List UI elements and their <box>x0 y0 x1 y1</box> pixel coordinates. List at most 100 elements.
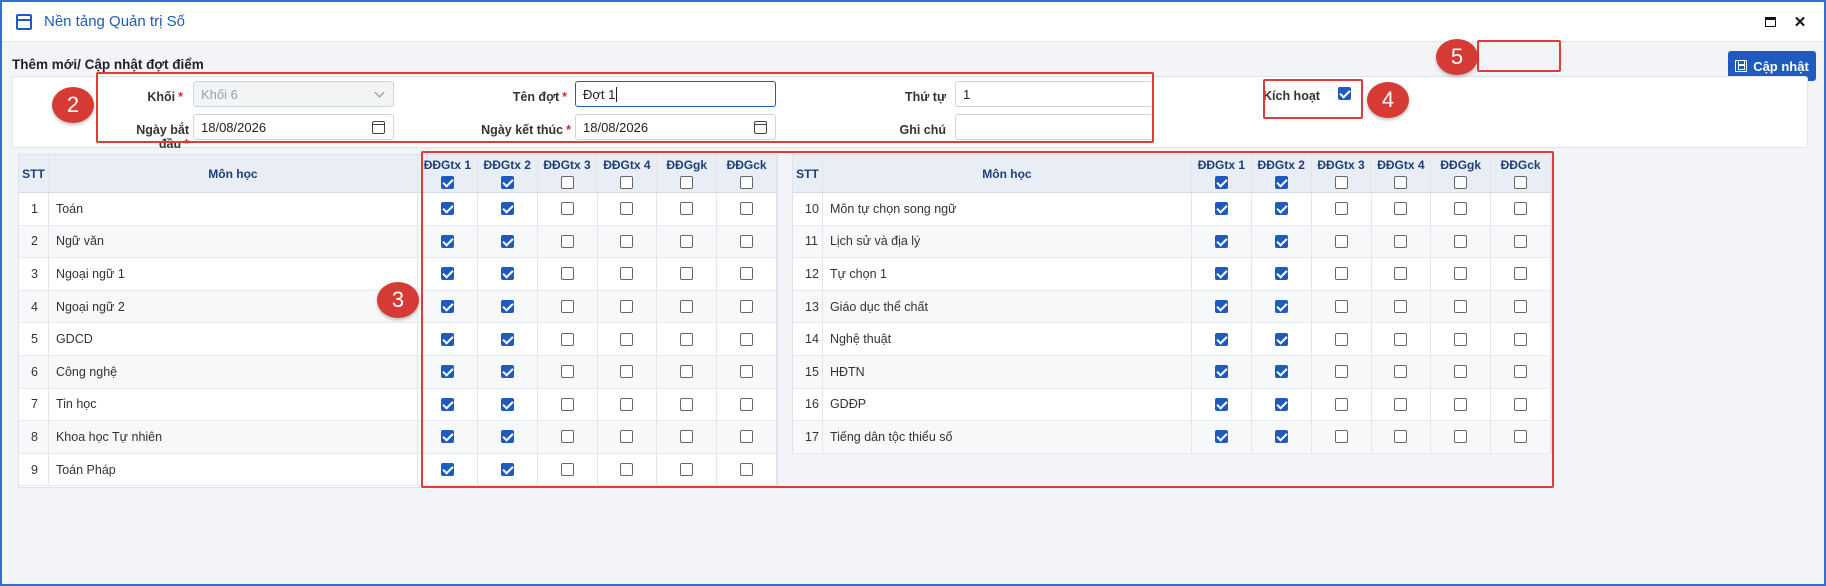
score-column-checkbox[interactable] <box>620 463 634 477</box>
score-column-checkbox[interactable] <box>1334 202 1348 216</box>
score-column-checkbox[interactable] <box>1214 397 1228 411</box>
thu-tu-input[interactable]: 1 <box>955 81 1153 107</box>
score-column-checkbox[interactable] <box>440 365 454 379</box>
ghi-chu-input[interactable] <box>955 114 1153 140</box>
score-column-checkbox[interactable] <box>680 397 694 411</box>
score-column-checkbox[interactable] <box>680 332 694 346</box>
score-column-checkbox[interactable] <box>1514 332 1528 346</box>
score-column-checkbox[interactable] <box>740 234 754 248</box>
score-column-checkbox[interactable] <box>560 463 574 477</box>
ngay-bat-dau-input[interactable]: 18/08/2026 <box>193 114 394 140</box>
score-column-checkbox[interactable] <box>1514 234 1528 248</box>
score-column-checkbox[interactable] <box>1214 267 1228 281</box>
score-column-checkbox[interactable] <box>1214 234 1228 248</box>
score-column-checkbox[interactable] <box>440 332 454 346</box>
score-column-checkbox[interactable] <box>440 202 454 216</box>
select-all-checkbox[interactable] <box>1214 176 1228 189</box>
score-column-checkbox[interactable] <box>560 202 574 216</box>
select-all-checkbox[interactable] <box>440 176 454 189</box>
score-column-checkbox[interactable] <box>560 365 574 379</box>
score-column-checkbox[interactable] <box>1454 300 1468 314</box>
score-column-checkbox[interactable] <box>680 202 694 216</box>
score-column-checkbox[interactable] <box>680 234 694 248</box>
score-column-checkbox[interactable] <box>1214 365 1228 379</box>
score-column-checkbox[interactable] <box>560 300 574 314</box>
score-column-checkbox[interactable] <box>1334 234 1348 248</box>
score-column-checkbox[interactable] <box>500 430 514 444</box>
score-column-checkbox[interactable] <box>1274 397 1288 411</box>
score-column-checkbox[interactable] <box>680 430 694 444</box>
score-column-checkbox[interactable] <box>500 463 514 477</box>
score-column-checkbox[interactable] <box>440 430 454 444</box>
score-column-checkbox[interactable] <box>1274 332 1288 346</box>
score-column-checkbox[interactable] <box>1334 365 1348 379</box>
score-column-checkbox[interactable] <box>1274 202 1288 216</box>
score-column-checkbox[interactable] <box>1334 267 1348 281</box>
score-column-checkbox[interactable] <box>500 202 514 216</box>
score-column-checkbox[interactable] <box>740 365 754 379</box>
select-all-checkbox[interactable] <box>620 176 634 189</box>
score-column-checkbox[interactable] <box>1334 397 1348 411</box>
score-column-checkbox[interactable] <box>440 463 454 477</box>
score-column-checkbox[interactable] <box>620 332 634 346</box>
score-column-checkbox[interactable] <box>620 430 634 444</box>
score-column-checkbox[interactable] <box>680 300 694 314</box>
score-column-checkbox[interactable] <box>1214 202 1228 216</box>
score-column-checkbox[interactable] <box>560 234 574 248</box>
score-column-checkbox[interactable] <box>1454 332 1468 346</box>
score-column-checkbox[interactable] <box>1394 234 1408 248</box>
score-column-checkbox[interactable] <box>1514 397 1528 411</box>
score-column-checkbox[interactable] <box>1454 397 1468 411</box>
score-column-checkbox[interactable] <box>620 267 634 281</box>
score-column-checkbox[interactable] <box>500 267 514 281</box>
select-all-checkbox[interactable] <box>740 176 754 189</box>
kich-hoat-checkbox[interactable] <box>1338 87 1351 100</box>
score-column-checkbox[interactable] <box>440 397 454 411</box>
score-column-checkbox[interactable] <box>620 202 634 216</box>
score-column-checkbox[interactable] <box>740 397 754 411</box>
ten-dot-input[interactable]: Đợt 1 <box>575 81 776 107</box>
score-column-checkbox[interactable] <box>1334 430 1348 444</box>
score-column-checkbox[interactable] <box>1454 267 1468 281</box>
select-all-checkbox[interactable] <box>560 176 574 189</box>
close-button[interactable]: ✕ <box>1790 12 1810 32</box>
score-column-checkbox[interactable] <box>1394 300 1408 314</box>
score-column-checkbox[interactable] <box>740 332 754 346</box>
score-column-checkbox[interactable] <box>500 300 514 314</box>
score-column-checkbox[interactable] <box>1214 430 1228 444</box>
score-column-checkbox[interactable] <box>500 397 514 411</box>
score-column-checkbox[interactable] <box>1454 202 1468 216</box>
select-all-checkbox[interactable] <box>1274 176 1288 189</box>
score-column-checkbox[interactable] <box>1514 267 1528 281</box>
ngay-ket-thuc-input[interactable]: 18/08/2026 <box>575 114 776 140</box>
score-column-checkbox[interactable] <box>740 267 754 281</box>
score-column-checkbox[interactable] <box>680 463 694 477</box>
score-column-checkbox[interactable] <box>1394 365 1408 379</box>
calendar-icon[interactable] <box>754 121 767 134</box>
score-column-checkbox[interactable] <box>1454 430 1468 444</box>
score-column-checkbox[interactable] <box>1514 202 1528 216</box>
khoi-select[interactable]: Khối 6 <box>193 81 394 107</box>
score-column-checkbox[interactable] <box>620 300 634 314</box>
score-column-checkbox[interactable] <box>560 332 574 346</box>
score-column-checkbox[interactable] <box>1514 300 1528 314</box>
select-all-checkbox[interactable] <box>500 176 514 189</box>
score-column-checkbox[interactable] <box>1274 430 1288 444</box>
score-column-checkbox[interactable] <box>500 234 514 248</box>
score-column-checkbox[interactable] <box>740 430 754 444</box>
score-column-checkbox[interactable] <box>500 332 514 346</box>
score-column-checkbox[interactable] <box>620 234 634 248</box>
select-all-checkbox[interactable] <box>1514 176 1528 189</box>
score-column-checkbox[interactable] <box>560 397 574 411</box>
score-column-checkbox[interactable] <box>740 300 754 314</box>
score-column-checkbox[interactable] <box>1454 365 1468 379</box>
score-column-checkbox[interactable] <box>620 397 634 411</box>
score-column-checkbox[interactable] <box>1394 397 1408 411</box>
score-column-checkbox[interactable] <box>1394 202 1408 216</box>
score-column-checkbox[interactable] <box>1214 332 1228 346</box>
score-column-checkbox[interactable] <box>440 267 454 281</box>
score-column-checkbox[interactable] <box>1454 234 1468 248</box>
score-column-checkbox[interactable] <box>560 267 574 281</box>
score-column-checkbox[interactable] <box>1274 300 1288 314</box>
select-all-checkbox[interactable] <box>680 176 694 189</box>
